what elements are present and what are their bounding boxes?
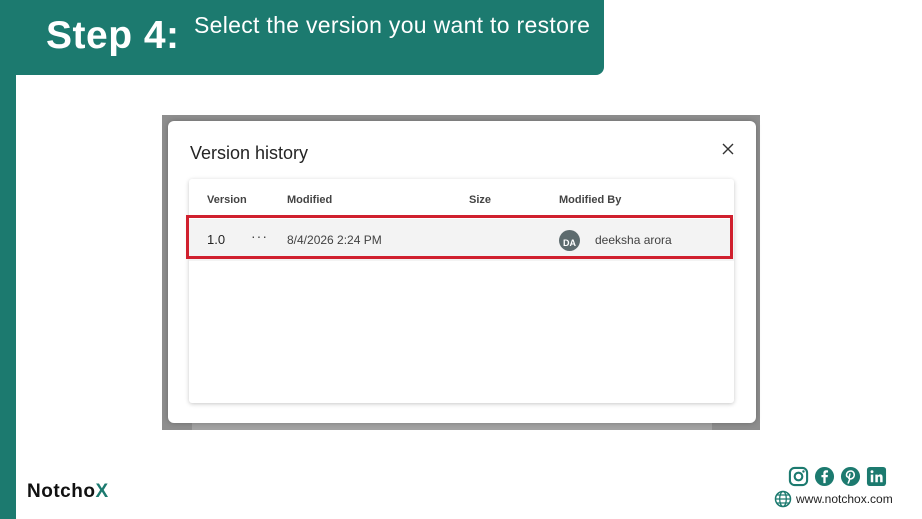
website-url: www.notchox.com [796, 492, 893, 506]
step-description: Select the version you want to restore [194, 12, 591, 38]
left-accent-bar [0, 0, 16, 519]
screenshot-frame: Version history Version Modified Size Mo… [162, 115, 760, 430]
brand-o: o [83, 481, 96, 502]
brand-logo: NotchoX [27, 481, 109, 503]
dialog-title: Version history [190, 143, 309, 163]
column-header-size[interactable]: Size [469, 194, 491, 206]
step-banner: Step 4: Select the version you want to r… [0, 0, 604, 75]
modified-by-name: deeksha arora [595, 233, 672, 247]
version-number: 1.0 [207, 232, 226, 247]
modified-date: 8/4/2026 2:24 PM [287, 233, 382, 247]
close-button[interactable] [720, 141, 736, 157]
facebook-icon[interactable] [814, 466, 835, 487]
brand-x: X [95, 481, 109, 502]
pinterest-icon[interactable] [840, 466, 861, 487]
globe-icon [774, 490, 792, 508]
instagram-icon[interactable] [788, 466, 809, 487]
linkedin-icon[interactable] [866, 466, 887, 487]
close-icon [722, 143, 734, 155]
column-header-version[interactable]: Version [207, 194, 247, 206]
column-header-modified-by[interactable]: Modified By [559, 194, 621, 206]
step-label: Step 4: [46, 14, 180, 57]
more-options-button[interactable]: ··· [251, 215, 268, 257]
version-history-dialog: Version history Version Modified Size Mo… [168, 121, 756, 423]
version-row[interactable]: 1.0 ··· 8/4/2026 2:24 PM DA deeksha aror… [189, 219, 734, 261]
social-links [788, 466, 887, 488]
avatar: DA [559, 230, 580, 251]
version-table: Version Modified Size Modified By 1.0 ··… [189, 179, 734, 403]
column-header-modified[interactable]: Modified [287, 194, 332, 206]
brand-prefix: Notch [27, 481, 84, 502]
website-link[interactable]: www.notchox.com [774, 489, 893, 509]
